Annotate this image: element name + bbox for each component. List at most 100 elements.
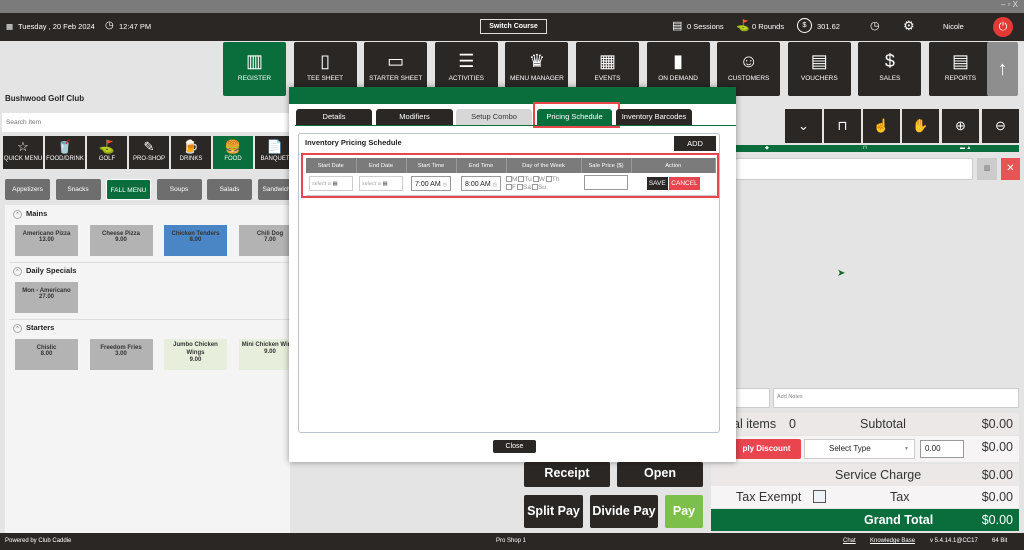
nav-label: REPORTS xyxy=(944,75,977,82)
notes-input[interactable]: Add Notes xyxy=(773,388,1019,408)
open-button[interactable]: Open xyxy=(617,462,703,487)
column-header: Start Time xyxy=(406,158,457,173)
touch-icon-button[interactable]: ☝ xyxy=(863,109,900,143)
menu-manager-icon: ♛ xyxy=(528,51,545,71)
nav-register[interactable]: ▥ REGISTER xyxy=(223,42,286,96)
rounds-count[interactable]: 0 Rounds xyxy=(752,22,784,31)
sessions-count[interactable]: 0 Sessions xyxy=(687,22,724,31)
category-golf[interactable]: ⛳ GOLF xyxy=(87,136,127,169)
collapse-icon[interactable]: ⌃ xyxy=(13,210,22,219)
menu-item[interactable]: Mon - Americano 27.00 xyxy=(15,282,78,313)
collapse-icon[interactable]: ⌃ xyxy=(13,324,22,333)
menu-item[interactable]: Chislic 8.00 xyxy=(15,339,78,370)
save-button[interactable]: SAVE xyxy=(646,177,668,191)
sale-price-input[interactable] xyxy=(584,175,628,191)
category-food[interactable]: 🍔 FOOD xyxy=(213,136,253,169)
tab-pricing-schedule[interactable]: Pricing Schedule xyxy=(537,109,612,125)
plus-button[interactable]: ⊕ xyxy=(942,109,979,143)
category-drinks[interactable]: 🍺 DRINKS xyxy=(171,136,211,169)
tab-details[interactable]: Details xyxy=(296,109,372,125)
close-button[interactable]: Close xyxy=(493,440,536,453)
knowledge-base-link[interactable]: Knowledge Base xyxy=(870,538,915,544)
day-f[interactable]: F xyxy=(506,184,517,191)
section-title: Mains xyxy=(26,209,48,218)
hand-icon-button[interactable]: ✋ xyxy=(902,109,939,143)
tab-setup-combo[interactable]: Setup Combo xyxy=(456,109,532,125)
window-controls[interactable]: – ▫ X xyxy=(1001,0,1018,9)
day-tu[interactable]: Tu xyxy=(518,176,532,183)
nav-sales[interactable]: $ SALES xyxy=(858,42,922,96)
calendar-icon: ☰ xyxy=(458,51,475,71)
menu-item[interactable]: Chicken Tenders 8.00 xyxy=(164,225,227,256)
menu-item[interactable]: Cheese Pizza 9.00 xyxy=(89,225,153,256)
nav-reports[interactable]: ▤ REPORTS xyxy=(929,42,992,96)
collapse-icon[interactable]: ⌃ xyxy=(13,267,22,276)
clock-icon: ◷ xyxy=(105,20,114,31)
tax-exempt-checkbox[interactable] xyxy=(813,490,826,503)
tax-row: Tax Exempt Tax $0.00 xyxy=(711,486,1019,508)
divide-pay-button[interactable]: Divide Pay xyxy=(590,495,658,528)
subcategory-tab[interactable]: Appetizers xyxy=(5,179,50,200)
table-icon-button[interactable]: ⊓ xyxy=(824,109,861,143)
apply-discount-button[interactable]: ply Discount xyxy=(732,439,801,459)
switch-course-button[interactable]: Switch Course xyxy=(480,19,547,34)
end-time-input[interactable]: 8:00 AM ◷ xyxy=(460,176,501,192)
phone-icon: ▮ xyxy=(673,51,684,71)
nav-vouchers[interactable]: ▤ VOUCHERS xyxy=(787,42,851,96)
day-th[interactable]: Th xyxy=(545,175,561,183)
day-w[interactable]: W xyxy=(532,176,546,183)
clock-icon[interactable]: ◷ xyxy=(870,19,880,32)
minus-button[interactable]: ⊖ xyxy=(982,109,1019,143)
end-date-input[interactable]: select a ▦ xyxy=(359,176,403,192)
search-input[interactable] xyxy=(2,113,292,132)
customer-input[interactable] xyxy=(735,158,973,180)
day-sa[interactable]: Sa xyxy=(516,184,532,191)
category-pro-shop[interactable]: ✎ PRO-SHOP xyxy=(129,136,169,169)
barcode-button[interactable]: ▥ xyxy=(977,158,997,180)
menu-item[interactable]: Jumbo Chicken Wings 9.00 xyxy=(164,339,227,370)
chat-link[interactable]: Chat xyxy=(843,538,856,544)
tab-inventory-barcodes[interactable]: Inventory Barcodes xyxy=(616,109,692,125)
service-charge-value: $0.00 xyxy=(981,468,1013,482)
discount-value-input[interactable]: 0.00 xyxy=(920,440,964,458)
pay-button[interactable]: Pay xyxy=(665,495,703,528)
section-header[interactable]: ⌃ Starters xyxy=(13,323,54,333)
arrow-up-button[interactable]: ↑ xyxy=(987,42,1018,96)
subcategory-tab[interactable]: FALL MENU xyxy=(106,179,151,200)
checkbox[interactable] xyxy=(532,176,539,183)
subcategory-tab[interactable]: Salads xyxy=(207,179,252,200)
split-pay-button[interactable]: Split Pay xyxy=(524,495,583,528)
day-m[interactable]: M xyxy=(506,176,518,183)
chevron-down-button[interactable]: ⌄ xyxy=(785,109,822,143)
item-price: 9.00 xyxy=(115,237,127,243)
add-button[interactable]: ADD xyxy=(674,136,716,151)
clear-button[interactable]: ✕ xyxy=(1001,158,1020,180)
table-icon: ⊓ xyxy=(863,145,867,151)
category-icon: ✎ xyxy=(143,139,155,154)
start-date-input[interactable]: select a ▦ xyxy=(309,176,353,192)
gear-icon[interactable]: ⚙ xyxy=(903,18,915,34)
category-label: PRO-SHOP xyxy=(132,156,165,162)
category-icon: 🥤 xyxy=(56,139,74,154)
subtotal-row: al items 0 Subtotal $0.00 xyxy=(711,413,1019,435)
cancel-button[interactable]: CANCEL xyxy=(669,177,700,191)
subcategory-tab[interactable]: Snacks xyxy=(55,179,101,200)
discount-amount: $0.00 xyxy=(981,440,1013,454)
power-icon[interactable]: ⏻ xyxy=(993,17,1013,37)
column-header: End Time xyxy=(456,158,507,173)
receipt-button[interactable]: Receipt xyxy=(524,462,610,487)
section-header[interactable]: ⌃ Daily Specials xyxy=(13,266,76,276)
tab-modifiers[interactable]: Modifiers xyxy=(376,109,453,125)
subcategory-tab[interactable]: Soups xyxy=(156,179,202,200)
item-name: Jumbo Chicken Wings xyxy=(173,342,218,356)
day-su[interactable]: Su xyxy=(531,184,547,191)
category-quick-menu[interactable]: ☆ QUICK MENU xyxy=(3,136,43,169)
start-time-input[interactable]: 7:00 AM ◷ xyxy=(410,176,451,192)
section-header[interactable]: ⌃ Mains xyxy=(13,209,47,219)
day-label: Th xyxy=(551,175,560,183)
discount-type-select[interactable]: Select Type ▼ xyxy=(804,439,915,459)
menu-item[interactable]: Freedom Fries 3.00 xyxy=(89,339,153,370)
menu-item[interactable]: Americano Pizza 13.00 xyxy=(15,225,78,256)
user-name[interactable]: Nicole xyxy=(943,22,964,31)
category-food-drink[interactable]: 🥤 FOOD/DRINK xyxy=(45,136,85,169)
